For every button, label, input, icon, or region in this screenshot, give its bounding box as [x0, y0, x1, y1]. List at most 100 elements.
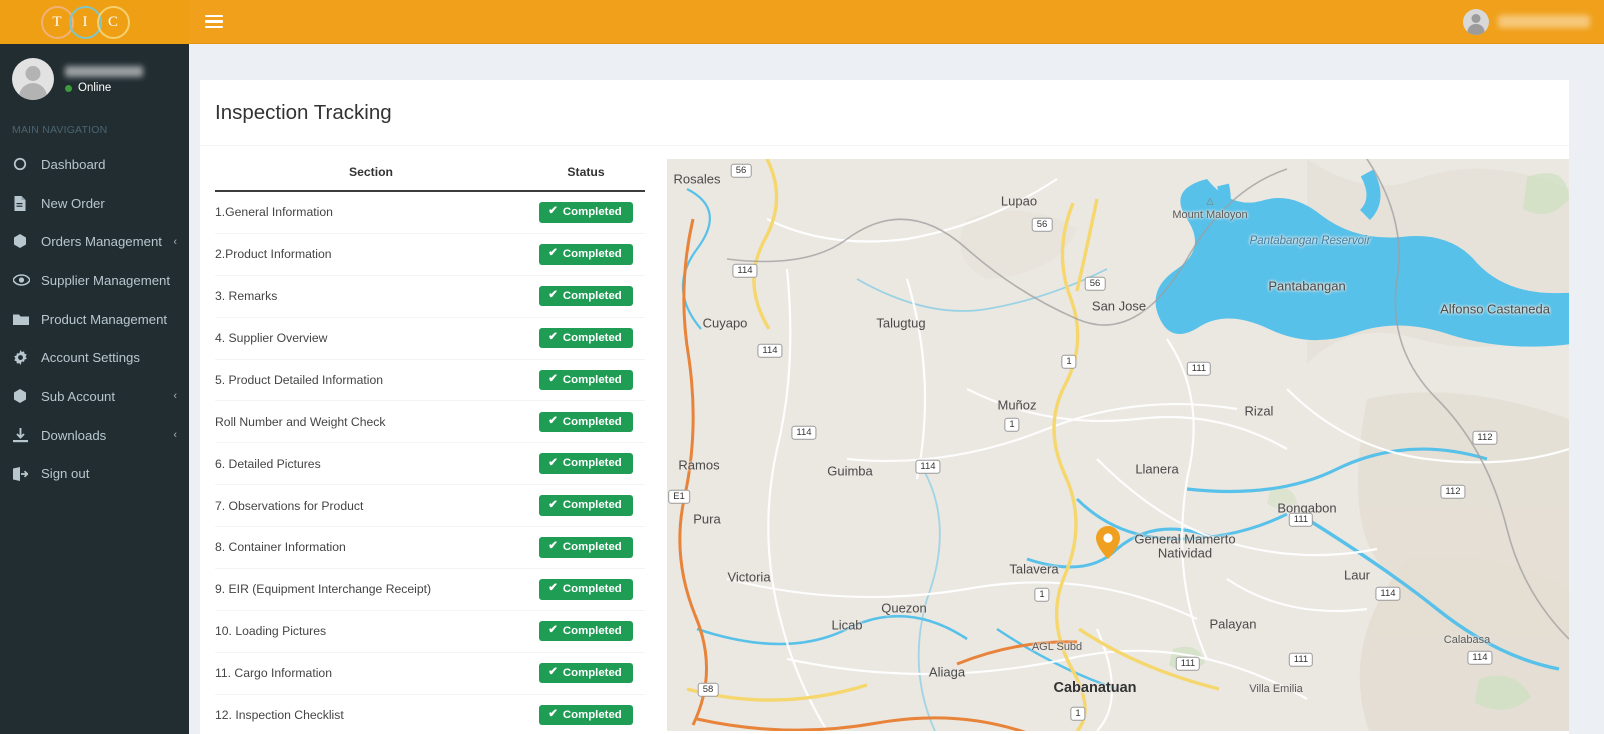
download-icon: [13, 427, 33, 443]
sidebar-item-downloads[interactable]: Downloads ‹: [0, 416, 189, 455]
cell-status: ✔ Completed: [527, 359, 645, 402]
cube-icon: [13, 388, 33, 404]
gear-icon: [13, 350, 33, 366]
road-shield-label: 114: [732, 263, 758, 279]
sidebar-item-sign-out[interactable]: Sign out: [0, 455, 189, 494]
status-badge[interactable]: ✔ Completed: [539, 285, 633, 307]
status-badge[interactable]: ✔ Completed: [539, 495, 633, 516]
cell-status: ✔ Completed: [527, 694, 645, 734]
road-shield-label: 56: [1031, 217, 1053, 233]
chevron-left-icon: ‹: [173, 429, 177, 442]
folder-icon: [13, 313, 33, 326]
check-icon: ✔: [548, 666, 558, 679]
status-badge[interactable]: ✔ Completed: [539, 579, 633, 600]
brand-logo[interactable]: T I C: [0, 0, 189, 44]
table-row: 12. Inspection Checklist ✔ Completed: [215, 694, 645, 734]
road-shield-label: 114: [1467, 650, 1493, 666]
table-row: 8. Container Information ✔ Completed: [215, 526, 645, 569]
sidebar-item-dashboard[interactable]: Dashboard: [0, 145, 189, 184]
status-badge[interactable]: ✔ Completed: [539, 202, 633, 223]
check-icon: ✔: [548, 372, 558, 385]
sidebar-item-label: Orders Management: [41, 234, 162, 250]
status-badge[interactable]: ✔ Completed: [539, 369, 633, 391]
status-badge[interactable]: ✔ Completed: [539, 327, 633, 349]
status-badge-label: Completed: [562, 624, 622, 637]
cell-status: ✔ Completed: [527, 610, 645, 653]
status-badge-label: Completed: [562, 457, 622, 470]
cell-section: 11. Cargo Information: [215, 652, 527, 695]
content-panel: Inspection Tracking Section Status 1.Gen…: [200, 78, 1569, 734]
cell-status: ✔ Completed: [527, 275, 645, 318]
panel-body: Section Status 1.General Information ✔ Com…: [200, 146, 1569, 734]
status-badge[interactable]: ✔ Completed: [539, 244, 633, 265]
status-badge-label: Completed: [562, 289, 622, 302]
check-icon: ✔: [548, 707, 558, 720]
user-avatar-icon: [12, 58, 54, 100]
check-icon: ✔: [548, 289, 558, 302]
road-shield-label: 112: [1440, 484, 1466, 500]
cell-section: 8. Container Information: [215, 526, 527, 569]
road-shield-label: E1: [668, 489, 690, 505]
sidebar-item-product-management[interactable]: Product Management: [0, 300, 189, 339]
check-icon: ✔: [548, 456, 558, 469]
hamburger-icon[interactable]: [201, 9, 227, 35]
chevron-left-icon: ‹: [173, 235, 177, 248]
panel-header: Inspection Tracking: [200, 80, 1569, 146]
status-badge[interactable]: ✔ Completed: [539, 620, 633, 642]
road-shield-label: 56: [1084, 276, 1106, 292]
cell-status: ✔ Completed: [527, 191, 645, 234]
table-body: 1.General Information ✔ Completed 2.Product…: [215, 191, 645, 734]
check-icon: ✔: [548, 624, 558, 637]
road-shield-label: 114: [757, 343, 783, 359]
sidebar-item-orders-management[interactable]: Orders Management ‹: [0, 222, 189, 261]
location-pin-icon[interactable]: [1096, 526, 1120, 559]
table-row: 9. EIR (Equipment Interchange Receipt) ✔ C…: [215, 568, 645, 611]
cell-status: ✔ Completed: [527, 317, 645, 360]
road-shield-label: 111: [1175, 656, 1201, 672]
status-badge-label: Completed: [562, 206, 622, 219]
handshake-icon: [13, 274, 33, 287]
mountain-peak-icon: △: [1206, 195, 1214, 206]
road-shield-label: 114: [915, 459, 941, 475]
status-badge-label: Completed: [562, 331, 622, 344]
inspection-tracking-table: Section Status 1.General Information ✔ Com…: [215, 159, 645, 734]
check-icon: ✔: [548, 582, 558, 595]
topbar-user-menu[interactable]: [1463, 8, 1590, 35]
sidebar-username-redacted: [65, 66, 143, 77]
status-badge-label: Completed: [562, 541, 622, 554]
status-badge[interactable]: ✔ Completed: [539, 662, 633, 684]
status-badge-label: Completed: [562, 415, 622, 428]
cell-section: 5. Product Detailed Information: [215, 359, 527, 402]
cell-status: ✔ Completed: [527, 526, 645, 569]
cell-section: 2.Product Information: [215, 233, 527, 276]
status-badge[interactable]: ✔ Completed: [539, 453, 633, 474]
sidebar-item-account-settings[interactable]: Account Settings: [0, 338, 189, 377]
cell-section: 1.General Information: [215, 191, 527, 234]
sidebar-user-panel[interactable]: Online: [0, 44, 189, 114]
road-shield-label: 58: [697, 682, 719, 698]
sidebar-item-new-order[interactable]: New Order: [0, 184, 189, 223]
table-row: 7. Observations for Product ✔ Completed: [215, 484, 645, 527]
sidebar-item-label: Downloads: [41, 427, 107, 443]
table-row: 3. Remarks ✔ Completed: [215, 275, 645, 318]
tracking-table-column: Section Status 1.General Information ✔ Com…: [200, 159, 657, 734]
road-shield-label: 1: [1070, 706, 1086, 722]
sidebar-item-sub-account[interactable]: Sub Account ‹: [0, 377, 189, 416]
check-icon: ✔: [548, 247, 558, 260]
table-row: Roll Number and Weight Check ✔ Completed: [215, 400, 645, 444]
status-badge-label: Completed: [562, 666, 622, 679]
map-column: Rosales Lupao Mount Maloyon Pantabangan Res…: [657, 159, 1569, 734]
road-shield-label: 56: [730, 163, 752, 179]
road-shield-label: 111: [1288, 652, 1314, 668]
cell-section: Roll Number and Weight Check: [215, 400, 527, 444]
sidebar-item-label: Account Settings: [41, 350, 140, 366]
cell-status: ✔ Completed: [527, 568, 645, 611]
road-shield-label: 1: [1061, 354, 1077, 370]
sidebar-item-supplier-management[interactable]: Supplier Management: [0, 261, 189, 300]
road-shield-label: 111: [1186, 361, 1212, 377]
status-badge[interactable]: ✔ Completed: [539, 704, 633, 726]
cell-section: 9. EIR (Equipment Interchange Receipt): [215, 568, 527, 611]
inspection-location-map[interactable]: Rosales Lupao Mount Maloyon Pantabangan Res…: [667, 159, 1569, 731]
status-badge[interactable]: ✔ Completed: [539, 537, 633, 558]
status-badge[interactable]: ✔ Completed: [539, 411, 633, 433]
